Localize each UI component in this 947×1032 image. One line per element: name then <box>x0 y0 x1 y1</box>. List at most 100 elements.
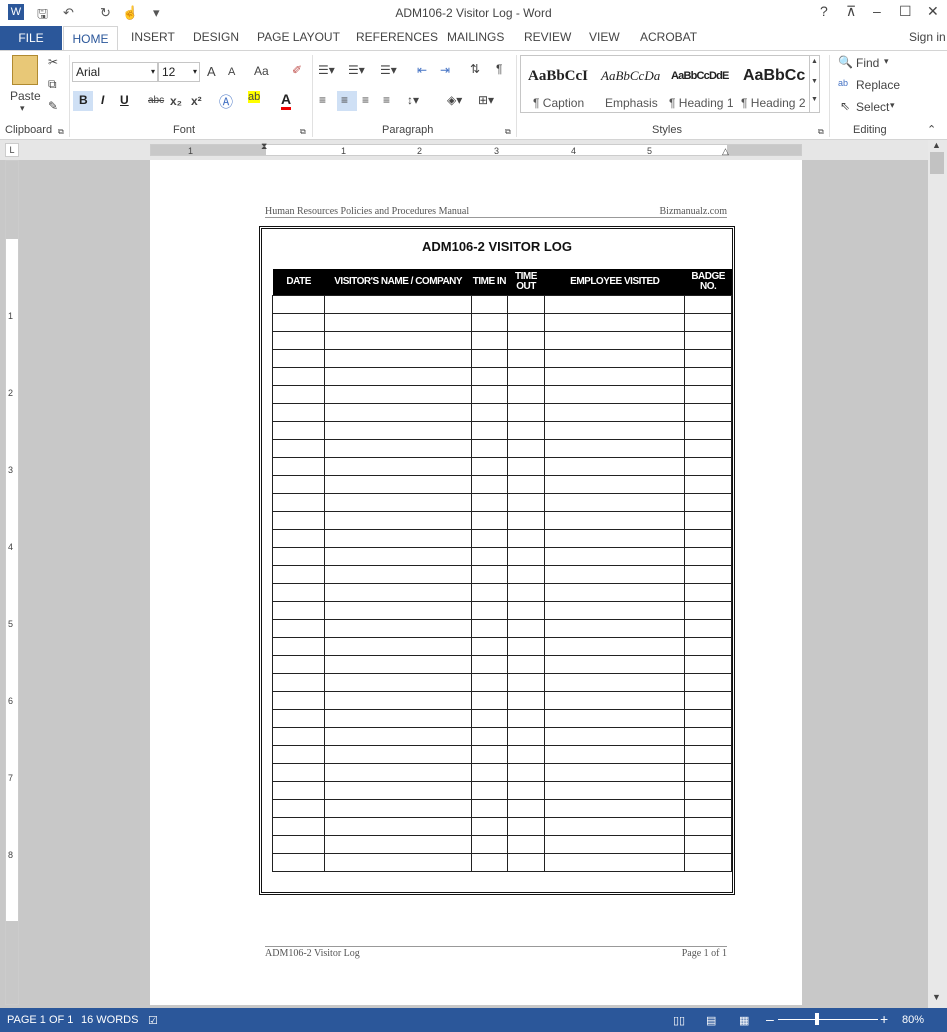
table-cell[interactable] <box>271 349 326 368</box>
table-cell[interactable] <box>684 547 732 566</box>
table-cell[interactable] <box>506 709 546 728</box>
close-button[interactable]: ✕ <box>927 3 939 20</box>
table-body[interactable] <box>271 295 732 872</box>
table-cell[interactable] <box>544 583 686 602</box>
style-emphasis-preview[interactable]: AaBbCcDa <box>601 68 660 84</box>
table-cell[interactable] <box>544 457 686 476</box>
table-cell[interactable] <box>506 295 546 314</box>
vertical-scrollbar[interactable]: ▲ ▼ <box>928 140 947 1008</box>
table-row[interactable] <box>271 835 732 854</box>
table-cell[interactable] <box>471 655 508 674</box>
table-cell[interactable] <box>544 745 686 764</box>
table-cell[interactable] <box>684 673 732 692</box>
table-row[interactable] <box>271 475 732 494</box>
table-cell[interactable] <box>324 511 473 530</box>
table-row[interactable] <box>271 421 732 440</box>
table-cell[interactable] <box>471 691 508 710</box>
table-cell[interactable] <box>506 763 546 782</box>
table-cell[interactable] <box>544 421 686 440</box>
select-button[interactable]: Select <box>856 100 889 114</box>
table-cell[interactable] <box>684 619 732 638</box>
table-row[interactable] <box>271 817 732 836</box>
tab-home[interactable]: HOME <box>63 26 118 50</box>
table-cell[interactable] <box>324 637 473 656</box>
zoom-level[interactable]: 80% <box>902 1014 924 1026</box>
left-indent-marker-icon[interactable]: ⧗ <box>261 141 267 152</box>
table-cell[interactable] <box>684 835 732 854</box>
table-cell[interactable] <box>471 367 508 386</box>
table-cell[interactable] <box>271 565 326 584</box>
styles-gallery[interactable]: AaBbCcI ¶ Caption AaBbCcDa Emphasis AaBb… <box>520 55 820 113</box>
table-cell[interactable] <box>324 385 473 404</box>
table-cell[interactable] <box>471 457 508 476</box>
table-cell[interactable] <box>324 727 473 746</box>
paste-button[interactable]: Paste <box>10 89 41 103</box>
table-row[interactable] <box>271 529 732 548</box>
table-cell[interactable] <box>324 313 473 332</box>
table-cell[interactable] <box>324 529 473 548</box>
table-cell[interactable] <box>271 493 326 512</box>
table-cell[interactable] <box>684 691 732 710</box>
table-cell[interactable] <box>471 817 508 836</box>
table-row[interactable] <box>271 439 732 458</box>
table-cell[interactable] <box>506 781 546 800</box>
table-cell[interactable] <box>324 493 473 512</box>
table-cell[interactable] <box>471 547 508 566</box>
table-cell[interactable] <box>271 817 326 836</box>
table-cell[interactable] <box>684 637 732 656</box>
table-cell[interactable] <box>471 583 508 602</box>
table-cell[interactable] <box>506 349 546 368</box>
table-cell[interactable] <box>544 493 686 512</box>
table-cell[interactable] <box>271 367 326 386</box>
table-cell[interactable] <box>506 583 546 602</box>
maximize-button[interactable]: ☐ <box>899 3 912 20</box>
tab-insert[interactable]: INSERT <box>131 30 175 44</box>
table-cell[interactable] <box>324 367 473 386</box>
decrease-indent-icon[interactable]: ⇤ <box>417 63 427 77</box>
show-marks-button[interactable]: ¶ <box>496 62 502 76</box>
table-cell[interactable] <box>506 817 546 836</box>
table-cell[interactable] <box>271 403 326 422</box>
tab-mailings[interactable]: MAILINGS <box>447 30 504 44</box>
table-cell[interactable] <box>506 727 546 746</box>
proofing-icon[interactable]: ☑ <box>148 1014 158 1027</box>
table-row[interactable] <box>271 457 732 476</box>
table-cell[interactable] <box>506 331 546 350</box>
table-cell[interactable] <box>684 367 732 386</box>
table-cell[interactable] <box>324 601 473 620</box>
ribbon-display-button[interactable]: ⊼ <box>846 3 856 20</box>
table-row[interactable] <box>271 511 732 530</box>
font-family-dropdown-icon[interactable]: ▾ <box>151 63 155 81</box>
table-cell[interactable] <box>271 745 326 764</box>
table-cell[interactable] <box>471 349 508 368</box>
zoom-out-icon[interactable]: – <box>766 1011 774 1027</box>
table-cell[interactable] <box>471 313 508 332</box>
minimize-button[interactable]: – <box>873 3 881 19</box>
table-cell[interactable] <box>271 601 326 620</box>
cut-icon[interactable]: ✂ <box>48 55 58 69</box>
table-cell[interactable] <box>684 295 732 314</box>
style-caption-name[interactable]: ¶ Caption <box>533 96 584 110</box>
table-cell[interactable] <box>324 673 473 692</box>
table-cell[interactable] <box>271 421 326 440</box>
find-button[interactable]: Find <box>856 56 879 70</box>
scroll-down-icon[interactable]: ▼ <box>932 992 941 1002</box>
table-cell[interactable] <box>506 385 546 404</box>
table-cell[interactable] <box>324 349 473 368</box>
italic-button[interactable]: I <box>101 93 104 107</box>
bold-button[interactable]: B <box>79 93 88 107</box>
page-count-status[interactable]: PAGE 1 OF 1 <box>7 1014 73 1026</box>
table-cell[interactable] <box>324 439 473 458</box>
style-heading1-preview[interactable]: AaBbCcDdE <box>671 70 729 82</box>
table-cell[interactable] <box>544 439 686 458</box>
tab-view[interactable]: VIEW <box>589 30 620 44</box>
table-cell[interactable] <box>324 799 473 818</box>
tab-acrobat[interactable]: ACROBAT <box>640 30 697 44</box>
tab-design[interactable]: DESIGN <box>193 30 239 44</box>
style-emphasis-name[interactable]: Emphasis <box>605 96 658 110</box>
align-right-icon[interactable]: ≡ <box>362 93 369 107</box>
strikethrough-button[interactable]: abc <box>148 95 164 106</box>
shading-icon[interactable]: ◈▾ <box>447 93 462 107</box>
table-cell[interactable] <box>471 709 508 728</box>
table-cell[interactable] <box>684 853 732 872</box>
